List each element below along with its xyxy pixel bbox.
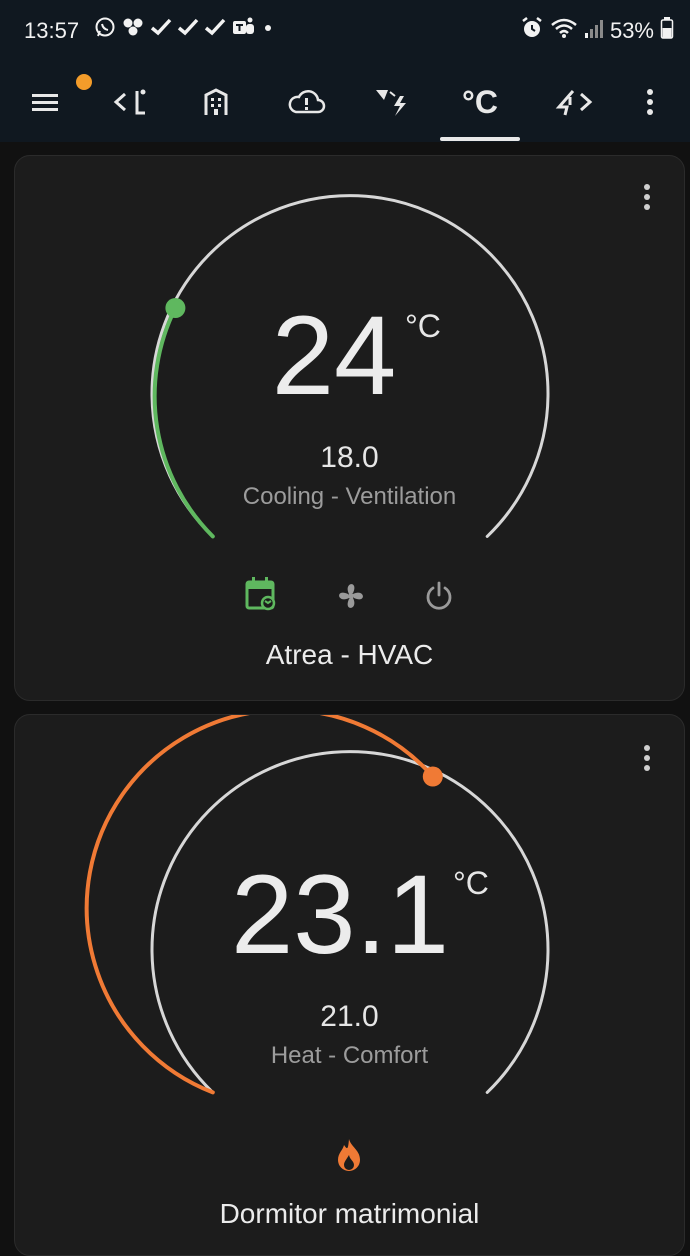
temperature-unit: °C: [453, 865, 489, 901]
shower-icon: [555, 90, 575, 116]
current-temperature: 23.1: [231, 852, 449, 977]
more-vert-icon: [647, 89, 653, 115]
status-right: 53%: [520, 16, 674, 46]
battery-icon: [660, 16, 674, 46]
app-icon: [121, 16, 145, 45]
power-button[interactable]: [417, 574, 461, 618]
current-temperature: 24: [271, 293, 397, 418]
thermostat-card: 23.1 °C 21.0 Heat - Comfort Dormitor mat…: [14, 714, 685, 1256]
tab-shower[interactable]: [545, 62, 605, 142]
notification-icons: [94, 16, 274, 45]
menu-icon: [32, 94, 58, 111]
tab-cloud-alert[interactable]: [276, 62, 336, 142]
fan-button[interactable]: [329, 574, 373, 618]
tab-person[interactable]: [100, 62, 160, 142]
calendar-sync-icon: [245, 577, 276, 611]
overflow-menu-button[interactable]: [630, 62, 670, 142]
weather-icon: [376, 90, 406, 116]
hvac-mode-text: Cooling - Ventilation: [242, 483, 457, 510]
fan-icon: [339, 584, 363, 608]
tab-building[interactable]: [188, 62, 244, 142]
chevron-right-icon: [580, 92, 593, 112]
heating-status: [327, 1133, 371, 1177]
dial-handle[interactable]: [165, 298, 186, 318]
notification-badge: [76, 74, 92, 90]
check-icon: [204, 17, 226, 44]
battery-text: 53%: [609, 18, 654, 43]
building-icon: [204, 88, 228, 115]
target-temperature: 18.0: [320, 441, 379, 474]
power-icon: [426, 581, 452, 610]
thermostat-name: Dormitor matrimonial: [219, 1198, 480, 1229]
status-bar: 13:57 53%: [0, 0, 690, 62]
dot-icon: [262, 17, 274, 44]
schedule-button[interactable]: [239, 572, 283, 616]
check-icon: [177, 17, 199, 44]
thermostat-dial[interactable]: [15, 156, 684, 700]
temperature-unit: °C: [405, 308, 441, 344]
fire-icon: [338, 1139, 360, 1171]
tab-celsius[interactable]: °C: [448, 62, 512, 142]
tab-weather[interactable]: [362, 62, 422, 142]
signal-icon: [584, 17, 604, 45]
active-tab-indicator: [440, 137, 520, 141]
celsius-tab-label: °C: [462, 83, 498, 120]
status-time: 13:57: [24, 18, 80, 43]
wifi-icon: [550, 16, 578, 46]
top-navigation-bar: °C: [0, 62, 690, 142]
whatsapp-icon: [94, 16, 116, 45]
chevron-left-icon: [113, 92, 126, 112]
dial-handle[interactable]: [422, 766, 443, 787]
target-temperature: 21.0: [320, 1000, 379, 1033]
thermostat-card: 24 °C 18.0 Cooling - Ventilation Atrea -…: [14, 155, 685, 701]
alarm-icon: [520, 16, 544, 46]
thermostat-name: Atrea - HVAC: [265, 639, 434, 670]
cloud-alert-icon: [288, 90, 326, 114]
teams-icon: [231, 16, 257, 45]
menu-button[interactable]: [22, 62, 92, 142]
hvac-mode-text: Heat - Comfort: [270, 1042, 429, 1069]
person-icon: [135, 89, 146, 115]
check-icon: [150, 17, 172, 44]
